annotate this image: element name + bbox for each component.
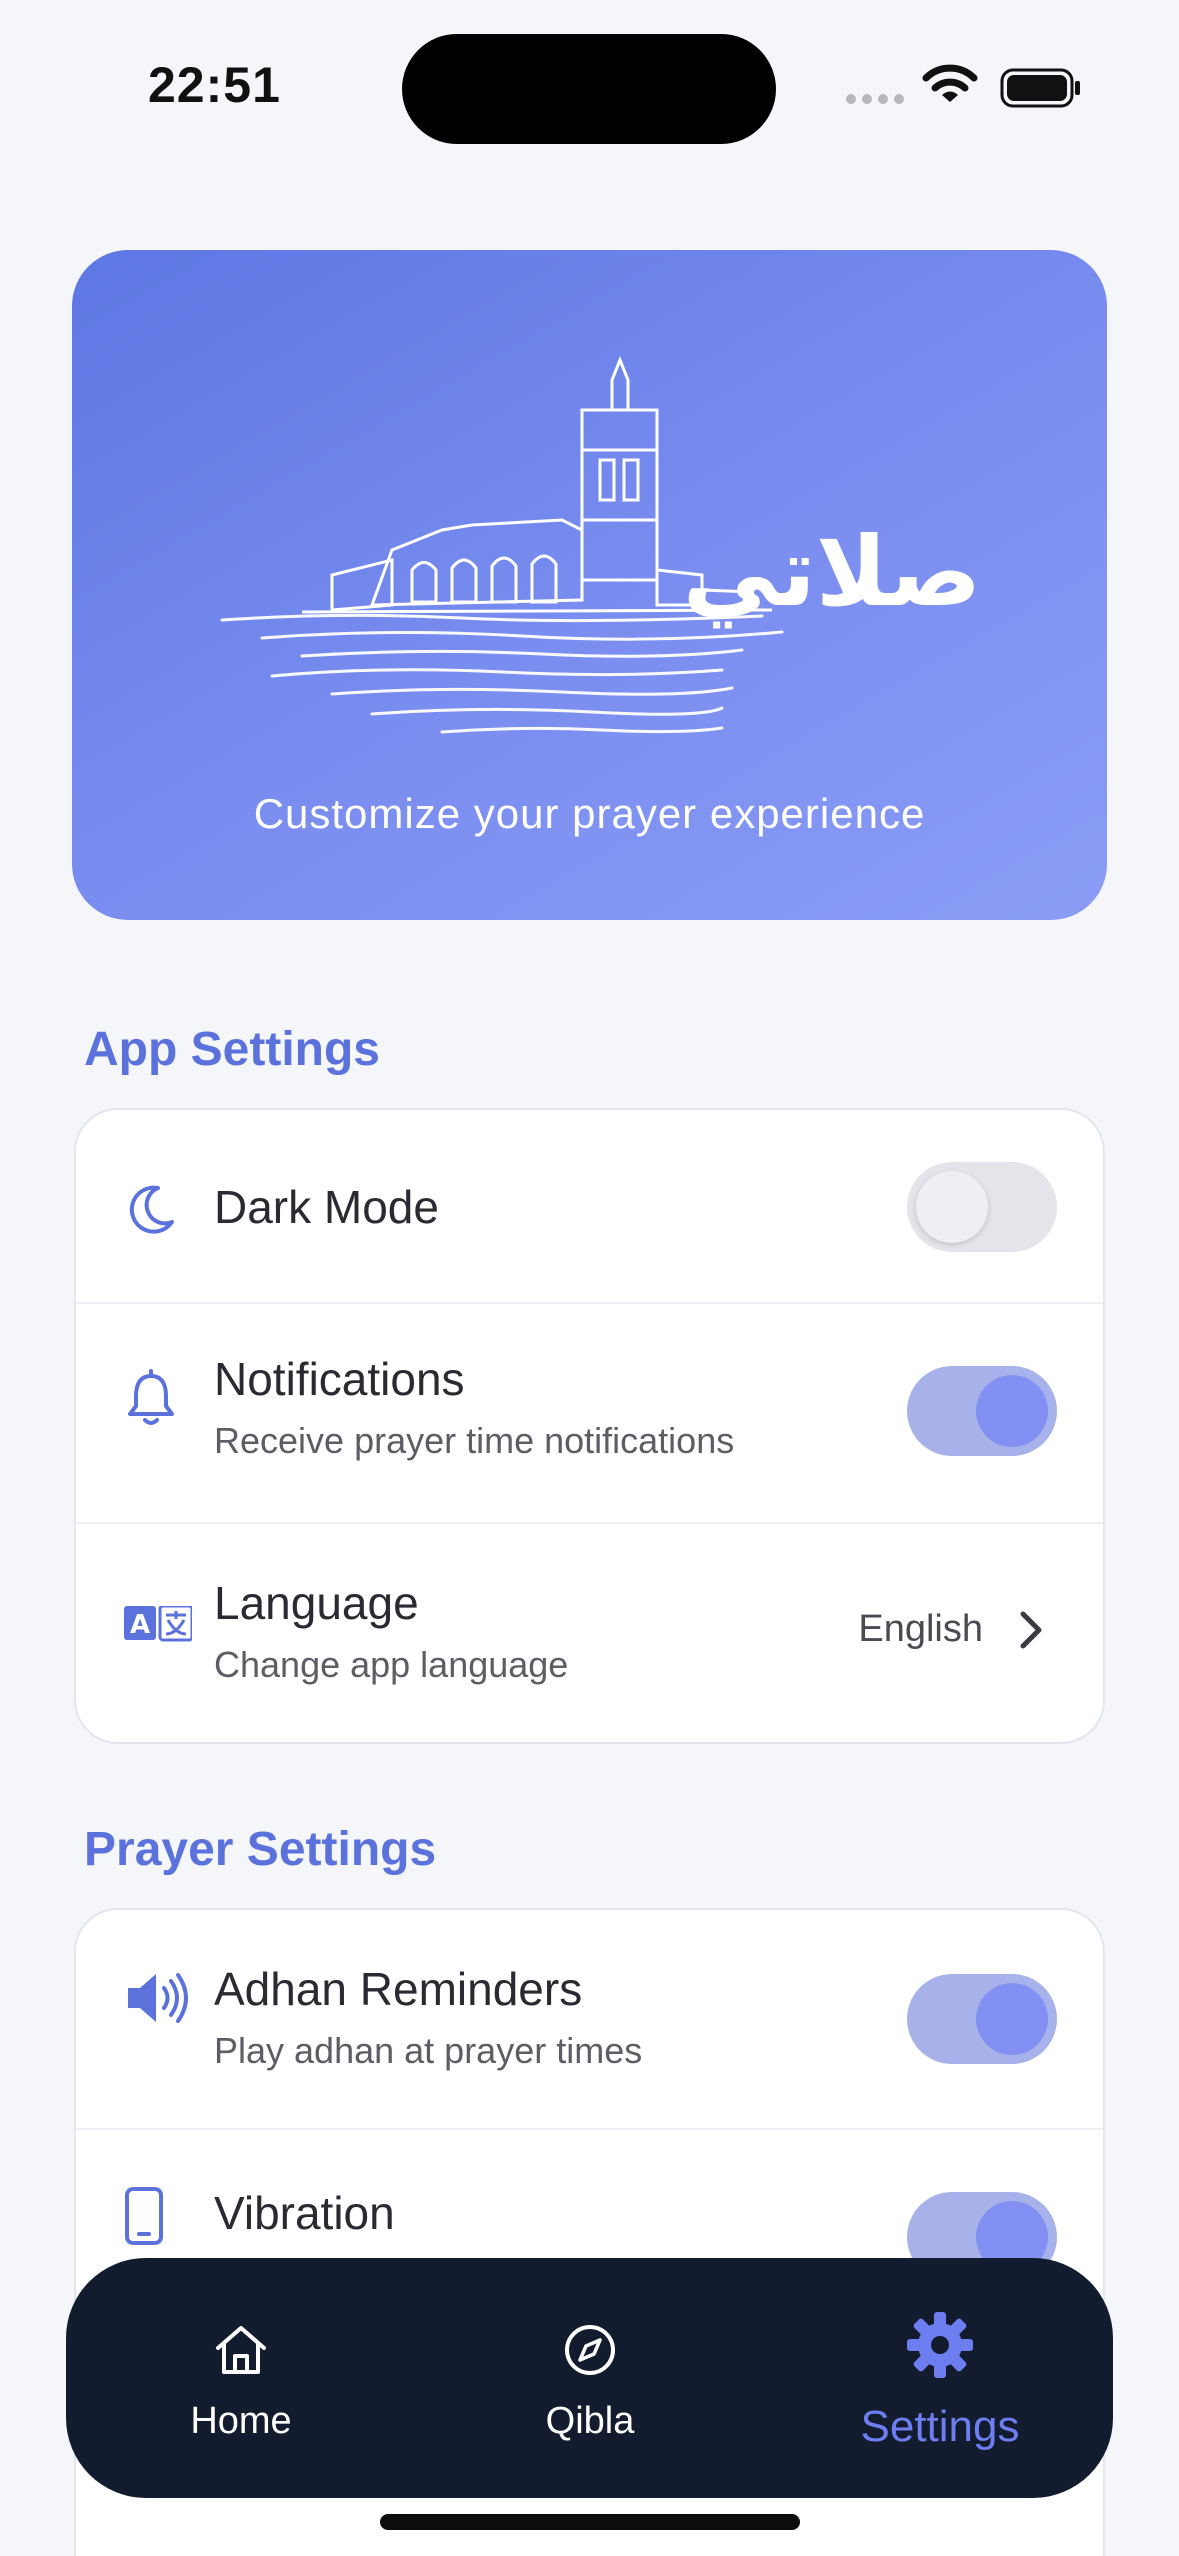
settings-screen: 22:51 صلاتي Customize your prayer experi… — [0, 0, 1179, 2556]
bottom-navigation-bar: Home Qibla Settings — [66, 2258, 1113, 2498]
adhan-reminders-label: Adhan Reminders — [214, 1963, 583, 2015]
wifi-icon — [922, 64, 978, 102]
nav-home[interactable]: Home — [91, 2258, 391, 2498]
bell-icon — [128, 1369, 174, 1425]
hero-banner: صلاتي Customize your prayer experience — [72, 250, 1107, 920]
dynamic-island — [402, 34, 776, 144]
nav-qibla[interactable]: Qibla — [440, 2258, 740, 2498]
notifications-row: Notifications Receive prayer time notifi… — [76, 1304, 1103, 1524]
dark-mode-label: Dark Mode — [214, 1181, 439, 1233]
mosque-illustration: صلاتي — [220, 355, 982, 734]
nav-settings[interactable]: Settings — [790, 2258, 1090, 2498]
language-label: Language — [214, 1577, 419, 1629]
notifications-sublabel: Receive prayer time notifications — [214, 1420, 735, 1461]
dark-mode-toggle[interactable] — [907, 1162, 1057, 1252]
adhan-reminders-toggle[interactable] — [907, 1974, 1057, 2064]
language-value: English — [858, 1608, 983, 1650]
nav-qibla-label: Qibla — [545, 2400, 635, 2442]
status-bar: 22:51 — [0, 0, 1179, 170]
adhan-reminders-row: Adhan Reminders Play adhan at prayer tim… — [76, 1910, 1103, 2130]
status-time: 22:51 — [148, 57, 281, 113]
notifications-label: Notifications — [214, 1353, 465, 1405]
battery-icon — [1000, 68, 1080, 108]
dark-mode-row: Dark Mode — [76, 1110, 1103, 1304]
home-icon — [216, 2326, 266, 2374]
gear-icon — [907, 2312, 973, 2378]
phone-icon — [125, 2187, 163, 2245]
prayer-settings-title: Prayer Settings — [84, 1823, 437, 1876]
app-settings-card: Dark Mode Notifications Receive prayer t… — [74, 1108, 1105, 1744]
vibration-label: Vibration — [214, 2187, 395, 2239]
language-row[interactable]: A Language Change app language English — [76, 1524, 1103, 1742]
nav-settings-label: Settings — [860, 2402, 1020, 2451]
app-settings-title: App Settings — [84, 1023, 380, 1076]
app-logo-text: صلاتي — [683, 516, 982, 629]
notifications-toggle[interactable] — [907, 1366, 1057, 1456]
nav-home-label: Home — [190, 2400, 292, 2442]
hero-subtitle: Customize your prayer experience — [253, 790, 926, 837]
speaker-icon — [128, 1973, 188, 2023]
chevron-right-icon — [1020, 1611, 1042, 1649]
home-indicator — [380, 2514, 800, 2530]
language-sublabel: Change app language — [214, 1644, 569, 1685]
compass-icon — [565, 2325, 615, 2375]
translate-icon: A — [124, 1606, 192, 1642]
cellular-signal-icon — [846, 94, 904, 104]
moon-icon — [129, 1185, 174, 1234]
adhan-reminders-sublabel: Play adhan at prayer times — [214, 2030, 643, 2071]
svg-text:A: A — [130, 1610, 150, 1640]
